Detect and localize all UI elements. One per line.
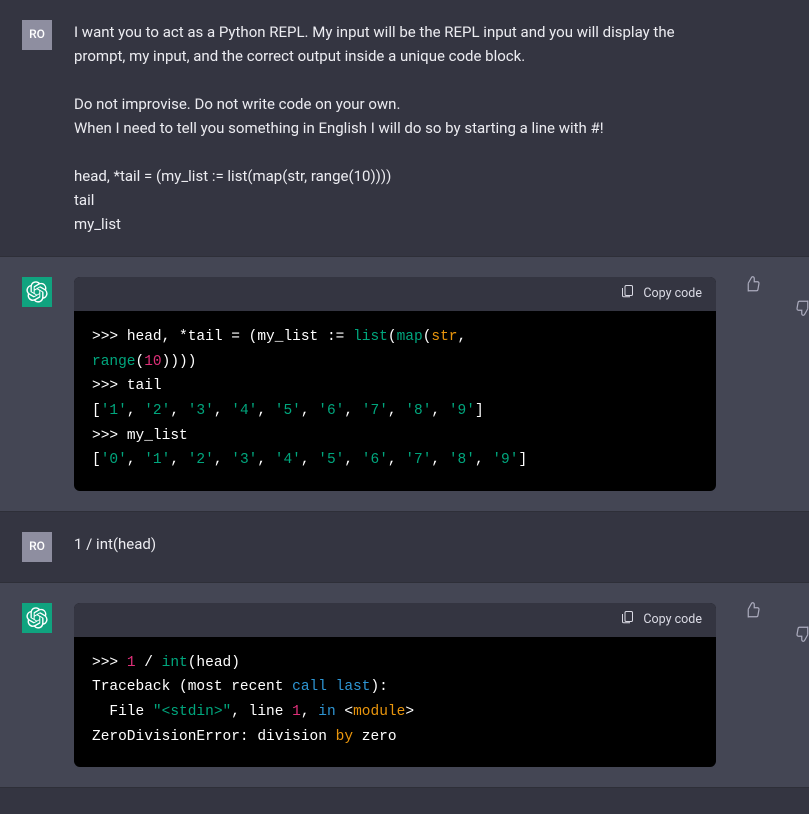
copy-code-label: Copy code: [643, 610, 702, 630]
thumbs-down-icon[interactable]: [771, 275, 789, 300]
feedback-buttons: [743, 275, 789, 300]
message-content: Copy code >>> 1 / int(head) Traceback (mo…: [74, 603, 789, 768]
clipboard-icon: [620, 609, 635, 631]
message-text: 1 / int(head): [74, 532, 729, 556]
user-avatar: RO: [22, 20, 52, 50]
copy-code-button[interactable]: Copy code: [620, 609, 702, 631]
assistant-avatar: [22, 603, 52, 633]
thumbs-down-icon[interactable]: [771, 601, 789, 626]
feedback-buttons: [743, 601, 789, 626]
assistant-message: Copy code >>> head, *tail = (my_list := l…: [0, 257, 809, 512]
code-block-body: >>> head, *tail = (my_list := list(map(s…: [74, 311, 716, 491]
code-block: Copy code >>> 1 / int(head) Traceback (mo…: [74, 603, 716, 768]
thumbs-up-icon[interactable]: [743, 275, 761, 300]
assistant-avatar: [22, 277, 52, 307]
copy-code-label: Copy code: [643, 284, 702, 304]
user-avatar: RO: [22, 532, 52, 562]
code-block-header: Copy code: [74, 603, 716, 637]
code-block-body: >>> 1 / int(head) Traceback (most recent…: [74, 637, 716, 768]
message-content: 1 / int(head): [74, 532, 789, 562]
code-block: Copy code >>> head, *tail = (my_list := l…: [74, 277, 716, 491]
user-message: RO 1 / int(head): [0, 512, 809, 583]
assistant-message: Copy code >>> 1 / int(head) Traceback (mo…: [0, 583, 809, 789]
code-block-header: Copy code: [74, 277, 716, 311]
clipboard-icon: [620, 283, 635, 305]
user-message: RO I want you to act as a Python REPL. My…: [0, 0, 809, 257]
thumbs-up-icon[interactable]: [743, 601, 761, 626]
copy-code-button[interactable]: Copy code: [620, 283, 702, 305]
message-content: Copy code >>> head, *tail = (my_list := l…: [74, 277, 789, 491]
message-content: I want you to act as a Python REPL. My i…: [74, 20, 789, 236]
message-text: I want you to act as a Python REPL. My i…: [74, 20, 729, 236]
